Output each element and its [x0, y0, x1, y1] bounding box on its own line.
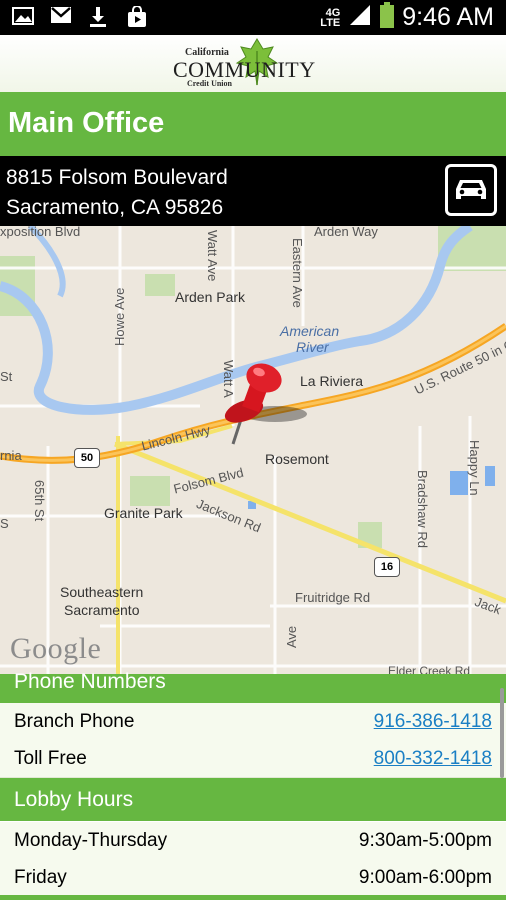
phone-label: Toll Free	[14, 748, 87, 769]
phone-label: Branch Phone	[14, 711, 135, 732]
battery-icon	[380, 2, 395, 33]
logo-line-3: Credit Union	[187, 78, 232, 88]
route-16-shield: 16	[374, 557, 400, 577]
map-label-arden-way: Arden Way	[314, 226, 378, 239]
scrollbar[interactable]	[500, 688, 504, 778]
map-label-happy-ln: Happy Ln	[467, 440, 482, 496]
map-label-eastern-ave: Eastern Ave	[290, 238, 305, 308]
map-label-s: S	[0, 516, 9, 531]
map-label-la-riviera: La Riviera	[300, 373, 364, 389]
toll-free-phone-link[interactable]: 800-332-1418	[374, 748, 492, 770]
map-label-watt-ave: Watt Ave	[205, 230, 220, 282]
map-label-arden-park: Arden Park	[175, 289, 246, 305]
map-label-watt-ave-2: Watt A	[221, 360, 236, 398]
logo-header: California COMMUNITY Credit Union	[0, 35, 506, 92]
map-label-howe-ave: Howe Ave	[112, 287, 127, 346]
gallery-icon	[12, 6, 34, 28]
map-label-exposition: xposition Blvd	[0, 226, 81, 239]
phone-row-branch: Branch Phone 916-386-1418	[0, 703, 506, 741]
clock: 9:46 AM	[402, 3, 494, 31]
status-bar: 4G LTE 9:46 AM	[0, 0, 506, 35]
page-title: Main Office	[8, 107, 165, 139]
branch-phone-link[interactable]: 916-386-1418	[374, 711, 492, 733]
map-label-american: American	[280, 323, 340, 339]
network-indicator: 4G LTE	[320, 6, 341, 29]
map-label-southeastern: Southeastern	[60, 584, 144, 600]
car-icon	[456, 180, 486, 199]
map-label-65th-st: 65th St	[32, 480, 47, 522]
map-label-river: River	[296, 339, 329, 355]
hours-label: Friday	[14, 867, 67, 888]
phone-row-toll-free: Toll Free 800-332-1418	[0, 740, 506, 778]
title-bar: Main Office	[0, 92, 506, 156]
map-label-granite-park: Granite Park	[104, 505, 183, 521]
map-label-elder-creek: Elder Creek Rd	[388, 664, 471, 674]
phone-numbers-heading: Phone Numbers	[14, 670, 166, 693]
shopping-bag-icon	[126, 5, 148, 28]
map-label-sacramento: Sacramento	[64, 602, 140, 618]
lobby-hours-header: Lobby Hours	[0, 778, 506, 821]
map-view[interactable]: xposition Blvd Arden Way Watt Ave Easter…	[0, 226, 506, 674]
map-label-ave: Ave	[284, 625, 299, 648]
map-label-rosemont: Rosemont	[265, 451, 329, 467]
hours-value: 9:30am-5:00pm	[358, 830, 492, 851]
phone-numbers-header: Phone Numbers	[0, 670, 506, 703]
hours-row-friday: Friday 9:00am-6:00pm	[0, 859, 506, 897]
hours-value: 9:00am-6:00pm	[358, 867, 492, 888]
hours-label: Monday-Thursday	[14, 830, 168, 851]
address-line-1: 8815 Folsom Boulevard	[6, 166, 228, 189]
route-50-shield: 50	[74, 448, 100, 468]
map-label-bradshaw-rd: Bradshaw Rd	[415, 470, 430, 549]
bottom-edge	[0, 895, 506, 900]
hours-row-mon-thu: Monday-Thursday 9:30am-5:00pm	[0, 822, 506, 860]
address-line-2: Sacramento, CA 95826	[6, 196, 224, 219]
gmail-icon	[50, 6, 72, 28]
lobby-hours-heading: Lobby Hours	[14, 788, 134, 811]
address-bar: 8815 Folsom Boulevard Sacramento, CA 958…	[0, 156, 506, 226]
directions-button[interactable]	[445, 164, 497, 216]
google-logo: Google	[10, 632, 102, 665]
map-label-st: St	[0, 369, 13, 384]
map-label-fruitridge: Fruitridge Rd	[295, 590, 371, 605]
signal-icon	[348, 4, 372, 31]
brand-logo: California COMMUNITY Credit Union	[173, 37, 333, 91]
download-icon	[88, 6, 110, 28]
map-label-rnia: rnia	[0, 448, 22, 463]
